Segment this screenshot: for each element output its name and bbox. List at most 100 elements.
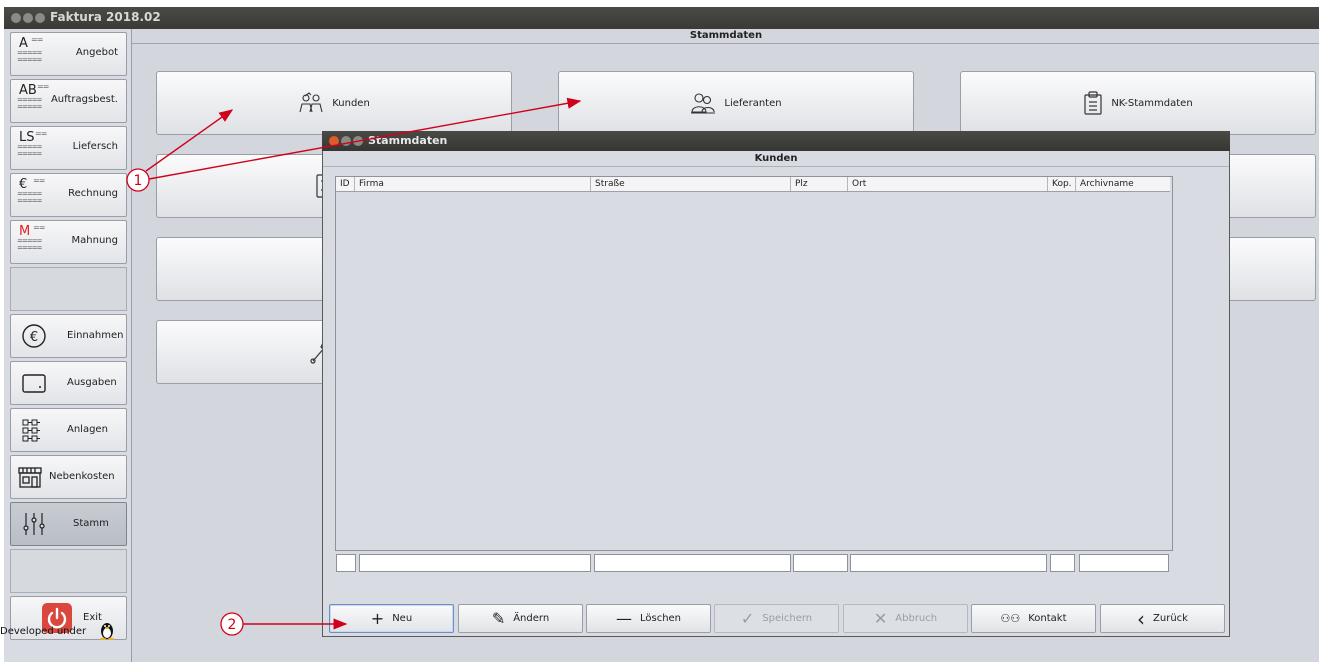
doc-icon-lines: ===== =====	[17, 49, 42, 64]
asset-grid-icon	[22, 419, 40, 442]
doc-icon-lines: ===== =====	[17, 237, 42, 252]
wallet-icon	[22, 374, 46, 393]
check-icon: ✓	[740, 608, 755, 628]
x-icon: ✕	[873, 608, 888, 628]
window-minimize-icon[interactable]	[23, 13, 33, 23]
sidebar-item-liefersch[interactable]: LS == ===== ===== Liefersch	[10, 126, 127, 170]
plus-icon: +	[370, 608, 385, 628]
sidebar-item-anlagen[interactable]: Anlagen	[10, 408, 127, 452]
linux-tux-icon	[100, 623, 115, 641]
minus-icon: —	[615, 608, 632, 628]
sidebar-item-ausgaben[interactable]: Ausgaben	[10, 361, 127, 405]
kunden-label: Kunden	[332, 97, 370, 109]
doc-icon-lines: ===== =====	[17, 96, 42, 111]
storefront-icon	[18, 467, 42, 488]
sidebar-item-stamm[interactable]: Stamm	[10, 502, 127, 546]
doc-icon-lines: ==	[35, 129, 47, 138]
sliders-icon	[23, 513, 45, 535]
button-label: Speichern	[762, 613, 813, 624]
button-label: Neu	[392, 613, 413, 624]
button-label: Löschen	[639, 613, 682, 624]
speichern-button[interactable]: ✓ Speichern	[714, 604, 839, 633]
column-header-id[interactable]: ID	[336, 177, 355, 191]
window-close-icon[interactable]	[11, 13, 21, 23]
doc-icon-lines: ===== =====	[17, 190, 42, 205]
loeschen-button[interactable]: — Löschen	[586, 604, 711, 633]
filter-kop-input[interactable]	[1050, 554, 1075, 572]
doc-icon-lines: ==	[33, 223, 45, 232]
sidebar-spacer	[10, 549, 127, 593]
column-header-strasse[interactable]: Straße	[591, 177, 791, 191]
button-label: Abbruch	[895, 613, 938, 624]
sidebar-spacer	[10, 267, 127, 311]
lieferanten-label: Lieferanten	[724, 97, 782, 109]
nk-stammdaten-label: NK-Stammdaten	[1111, 97, 1193, 109]
doc-icon-lines: ===== =====	[17, 143, 42, 158]
column-header-ort[interactable]: Ort	[848, 177, 1048, 191]
sidebar-item-auftragsbest[interactable]: AB == ===== ===== Auftragsbest.	[10, 79, 127, 123]
doc-icon-lines: ==	[31, 35, 43, 44]
pencil-icon: ✎	[491, 608, 506, 628]
button-label: Kontakt	[1028, 613, 1067, 624]
sidebar-item-label: Angebot	[75, 47, 118, 58]
filter-firma-input[interactable]	[359, 554, 591, 572]
lieferanten-button[interactable]: Lieferanten	[558, 71, 914, 135]
sidebar-item-label: Rechnung	[68, 188, 118, 199]
suppliers-icon	[691, 93, 716, 114]
neu-button[interactable]: + Neu	[329, 604, 454, 633]
panel-title: Stammdaten	[132, 29, 1319, 44]
sidebar-item-label: Nebenkosten	[49, 471, 115, 482]
contacts-icon: ⚇⚇	[1000, 611, 1021, 625]
column-header-archivname[interactable]: Archivname	[1076, 177, 1170, 191]
window-title: Faktura 2018.02	[50, 10, 161, 24]
developed-under-text: Developed under	[0, 620, 115, 641]
sidebar-item-rechnung[interactable]: € == ===== ===== Rechnung	[10, 173, 127, 217]
euro-icon: €	[22, 324, 46, 348]
filter-ort-input[interactable]	[850, 554, 1047, 572]
sidebar: A == ===== ===== Angebot AB == ===== ===…	[4, 29, 128, 662]
dialog-close-icon[interactable]	[329, 136, 339, 146]
filter-plz-input[interactable]	[793, 554, 848, 572]
footer-text: Developed under	[0, 626, 87, 637]
doc-icon-lines: ==	[33, 176, 45, 185]
clipboard-icon	[1084, 91, 1102, 115]
sidebar-item-angebot[interactable]: A == ===== ===== Angebot	[10, 32, 127, 76]
sidebar-item-label: Liefersch	[72, 141, 118, 152]
sidebar-item-label: Ausgaben	[67, 377, 117, 388]
main-title-bar: Faktura 2018.02	[4, 7, 1319, 29]
aendern-button[interactable]: ✎ Ändern	[458, 604, 583, 633]
table-header: ID Firma Straße Plz Ort Kop. Archivname	[336, 177, 1170, 192]
doc-icon-lines: ==	[37, 82, 49, 91]
column-header-kop[interactable]: Kop.	[1048, 177, 1076, 191]
dialog-minimize-icon[interactable]	[341, 136, 351, 146]
column-header-plz[interactable]: Plz	[791, 177, 848, 191]
sidebar-item-label: Stamm	[73, 518, 109, 529]
nk-stammdaten-button[interactable]: NK-Stammdaten	[960, 71, 1316, 135]
kunden-table[interactable]: ID Firma Straße Plz Ort Kop. Archivname	[335, 176, 1173, 551]
sidebar-item-label: Anlagen	[67, 424, 108, 435]
sidebar-item-nebenkosten[interactable]: Nebenkosten	[10, 455, 127, 499]
dialog-maximize-icon[interactable]	[353, 136, 363, 146]
sidebar-item-mahnung[interactable]: M == ===== ===== Mahnung	[10, 220, 127, 264]
kunden-dialog: Kunden ID Firma Straße Plz Ort Kop. Arch…	[322, 151, 1230, 637]
sidebar-item-label: Auftragsbest.	[50, 94, 118, 105]
filter-strasse-input[interactable]	[594, 554, 791, 572]
button-label: Zurück	[1153, 613, 1188, 624]
sidebar-item-einnahmen[interactable]: € Einnahmen	[10, 314, 127, 358]
abbruch-button[interactable]: ✕ Abbruch	[843, 604, 968, 633]
dialog-title-bar: Stammdaten	[322, 131, 1230, 151]
zurueck-button[interactable]: ‹ Zurück	[1100, 604, 1225, 633]
kontakt-button[interactable]: ⚇⚇ Kontakt	[971, 604, 1096, 633]
filter-archivname-input[interactable]	[1079, 554, 1169, 572]
column-header-firma[interactable]: Firma	[355, 177, 591, 191]
svg-text:€: €	[30, 330, 38, 345]
filter-id-input[interactable]	[336, 554, 356, 572]
kunden-button[interactable]: Kunden	[156, 71, 512, 135]
button-label: Ändern	[513, 613, 550, 624]
customers-icon	[299, 92, 323, 113]
sidebar-item-label: Mahnung	[71, 235, 118, 246]
sidebar-item-label: Einnahmen	[67, 330, 124, 341]
dialog-header: Kunden	[323, 151, 1229, 167]
window-maximize-icon[interactable]	[35, 13, 45, 23]
chevron-left-icon: ‹	[1137, 606, 1146, 631]
